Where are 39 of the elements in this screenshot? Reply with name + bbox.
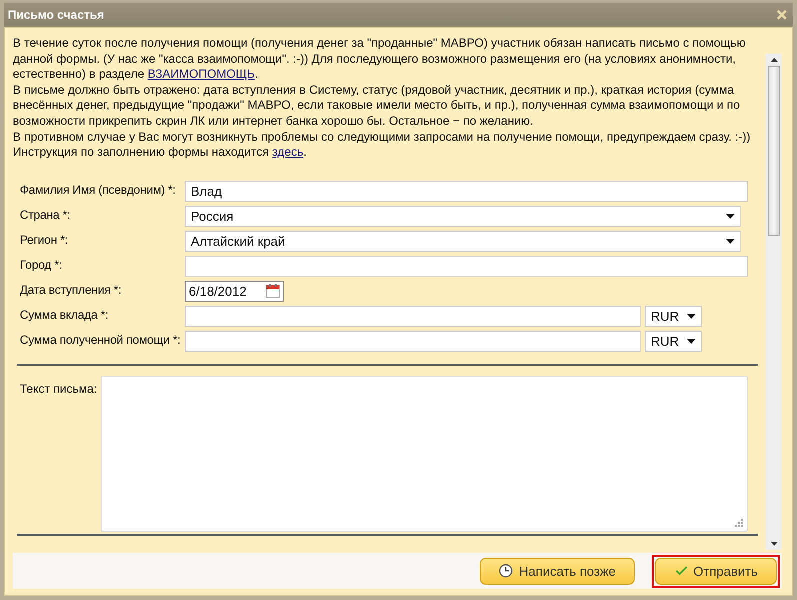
checkmark-icon <box>676 564 688 578</box>
message-textarea[interactable] <box>101 376 748 532</box>
text-field[interactable] <box>185 256 748 277</box>
currency-dropdown[interactable]: RUR <box>645 306 702 327</box>
field-label: Фамилия Имя (псевдоним) *: <box>19 182 177 197</box>
date-field[interactable]: 6/18/2012 <box>185 280 284 302</box>
currency-dropdown[interactable]: RUR <box>645 330 702 352</box>
send-button[interactable]: Отправить <box>655 558 777 584</box>
field-label: Текст письма: <box>20 380 98 398</box>
scroll-up-icon[interactable] <box>770 58 778 62</box>
caret-icon <box>726 238 735 244</box>
field-label: Сумма вклада *: <box>19 306 110 322</box>
scroll-down-icon[interactable] <box>770 542 778 546</box>
dropdown[interactable]: Алтайский край <box>185 230 741 252</box>
instruction-paragraph: В противном случае у Вас могут возникнуть проблемы со следующими запросами на получение помощи, предупреждаем сразу. :-)) <box>13 130 752 146</box>
text-field[interactable]: Влад <box>185 180 748 202</box>
dropdown[interactable]: Россия <box>185 206 741 227</box>
instruction-paragraph: Инструкция по заполнению формы находится здесь. <box>13 145 308 161</box>
write-later-button[interactable]: Написать позже <box>480 558 635 584</box>
clock-icon <box>499 564 514 578</box>
caret-icon <box>726 214 735 219</box>
field-label: Город *: <box>19 256 64 272</box>
caret-icon <box>687 314 696 319</box>
field-label: Сумма полученной помощи *: <box>19 332 182 347</box>
field-label: Страна *: <box>19 206 72 222</box>
scrollbar[interactable] <box>766 54 782 550</box>
section-link[interactable]: ВЗАИМОПОМОЩЬ <box>148 67 256 82</box>
caret-icon <box>687 338 696 344</box>
window-title: Письмо счастья <box>8 8 104 22</box>
field-label: Регион *: <box>19 232 70 247</box>
resize-grip-icon[interactable] <box>735 518 744 527</box>
amount-field[interactable] <box>185 306 641 327</box>
amount-field[interactable] <box>185 330 641 352</box>
instruction-paragraph: В течение суток после получения помощи (получения денег за "проданные" МАВРО) участник обязан написать письмо с помощью данной формы. (У нас же "касса взаимопомощи". :-)) Для последующего возможного размещения его (на условиях анонимности, естественно) в разделе ВЗАИМОПОМОЩЬ. <box>13 36 747 83</box>
instruction-paragraph: В письме должно быть отражено: дата вступления в Систему, статус (рядовой участник, десятник и пр.), краткая история (сумма внесённых денег, предыдущие "продажи" МАВРО, если таковые имели место быть, и пр.), полученная сумма взаимопомощи и по возможности прикрепить скрин ЛК или интернет банка хорошо бы. Остальное − по желанию. <box>13 82 742 130</box>
close-icon[interactable] <box>777 10 787 20</box>
section-link[interactable]: здесь <box>272 145 304 160</box>
calendar-icon[interactable] <box>266 284 280 298</box>
field-label: Дата вступления *: <box>19 282 123 297</box>
